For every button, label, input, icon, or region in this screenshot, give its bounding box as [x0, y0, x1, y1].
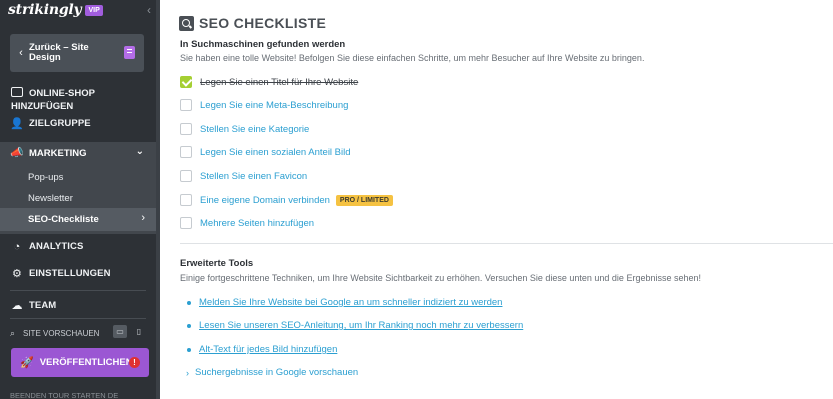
rocket-icon: 🚀	[20, 357, 34, 369]
checkbox[interactable]	[180, 170, 192, 182]
sidebar-subitem-label: SEO-Checkliste	[28, 214, 99, 225]
sidebar-divider	[10, 290, 146, 291]
desktop-icon[interactable]: ▭	[113, 325, 127, 338]
publish-button[interactable]: 🚀 VERÖFFENTLICHEN !	[11, 348, 149, 377]
marketing-section: 📣 MARKETING ⌄ Pop-ups Newsletter SEO-Che…	[0, 142, 156, 234]
tool-link-label[interactable]: Lesen Sie unseren SEO-Anleitung, um Ihr …	[199, 320, 523, 331]
publish-label: VERÖFFENTLICHEN	[39, 357, 133, 368]
sidebar-item-analytics[interactable]: ◔ ANALYTICS	[0, 241, 156, 253]
checkbox[interactable]	[180, 99, 192, 111]
checklist-item-label[interactable]: Legen Sie einen sozialen Anteil Bild	[200, 147, 351, 158]
bullet-icon	[187, 323, 191, 328]
sidebar: strikingly VIP ‹ ‹ Zurück – Site Design …	[0, 0, 156, 399]
checkbox[interactable]	[180, 146, 192, 158]
checklist-item-label[interactable]: Mehrere Seiten hinzufügen	[200, 218, 314, 229]
sidebar-item-audience[interactable]: 👤 ZIELGRUPPE	[0, 118, 156, 130]
sidebar-subitem-seo-checklist[interactable]: SEO-Checkliste ›	[0, 208, 156, 231]
mobile-icon[interactable]: ▯	[132, 325, 146, 338]
vip-badge: VIP	[85, 4, 103, 16]
section-heading-search-engines: In Suchmaschinen gefunden werden	[180, 39, 346, 50]
checklist-item[interactable]: Mehrere Seiten hinzufügen	[180, 217, 314, 229]
tool-link[interactable]: Alt-Text für jedes Bild hinzufügen	[187, 344, 337, 355]
checklist-item-label[interactable]: Stellen Sie einen Favicon	[200, 171, 307, 182]
sidebar-footer-links[interactable]: BEENDEN TOUR STARTEN DE	[10, 391, 118, 399]
section-description: Einige fortgeschrittene Techniken, um Ih…	[180, 273, 701, 283]
page-header: SEO CHECKLISTE	[179, 15, 326, 31]
checklist-item[interactable]: Stellen Sie eine Kategorie	[180, 123, 309, 135]
google-preview-label[interactable]: Suchergebnisse in Google vorschauen	[195, 367, 358, 378]
sidebar-item-label: MARKETING	[29, 147, 87, 159]
users-icon: 👤	[10, 118, 24, 130]
chevron-left-icon[interactable]: ‹	[147, 3, 151, 17]
site-preview-label: SITE VORSCHAUEN	[23, 328, 100, 338]
checkbox[interactable]	[180, 123, 192, 135]
checklist-item-label[interactable]: Eine eigene Domain verbinden	[200, 195, 330, 206]
checklist-item[interactable]: Stellen Sie einen Favicon	[180, 170, 307, 182]
sidebar-item-team[interactable]: ☁ TEAM	[0, 300, 156, 312]
sidebar-subitem-newsletter[interactable]: Newsletter	[28, 193, 73, 204]
gear-icon: ⚙	[12, 268, 22, 280]
section-divider	[180, 243, 833, 244]
google-preview-toggle[interactable]: › Suchergebnisse in Google vorschauen	[186, 367, 358, 378]
checklist-item[interactable]: Legen Sie einen Titel für Ihre Website	[180, 76, 358, 88]
tool-link-label[interactable]: Alt-Text für jedes Bild hinzufügen	[199, 344, 337, 355]
tool-link-label[interactable]: Melden Sie Ihre Website bei Google an um…	[199, 297, 502, 308]
checklist-item-label[interactable]: Stellen Sie eine Kategorie	[200, 124, 309, 135]
checkbox[interactable]	[180, 217, 192, 229]
checklist-item[interactable]: Legen Sie einen sozialen Anteil Bild	[180, 146, 351, 158]
sidebar-divider	[10, 318, 146, 319]
section-description: Sie haben eine tolle Website! Befolgen S…	[180, 53, 645, 63]
tool-link[interactable]: Lesen Sie unseren SEO-Anleitung, um Ihr …	[187, 320, 523, 331]
sidebar-item-online-shop-label: ONLINE-SHOP HINZUFÜGEN	[11, 87, 141, 113]
search-icon	[179, 15, 194, 31]
brand-logo[interactable]: strikingly	[8, 2, 82, 18]
main-content: SEO CHECKLISTE In Suchmaschinen gefunden…	[160, 0, 833, 399]
back-button-label: Zurück – Site Design	[29, 42, 89, 63]
checkbox[interactable]	[180, 194, 192, 206]
alert-icon: !	[129, 357, 140, 368]
sidebar-item-marketing[interactable]: 📣 MARKETING ⌄	[0, 142, 156, 164]
page-icon	[124, 46, 135, 59]
checklist-item[interactable]: Legen Sie eine Meta-Beschreibung	[180, 99, 348, 111]
team-icon: ☁	[11, 300, 23, 312]
page-title: SEO CHECKLISTE	[199, 15, 327, 31]
shop-label-line1: ONLINE-SHOP	[29, 88, 95, 99]
app: strikingly VIP ‹ ‹ Zurück – Site Design …	[0, 0, 833, 399]
search-icon: ⌕	[10, 327, 16, 338]
checklist-item-label[interactable]: Legen Sie eine Meta-Beschreibung	[200, 100, 348, 111]
checklist-item-label[interactable]: Legen Sie einen Titel für Ihre Website	[200, 77, 358, 88]
chart-icon: ◔	[13, 241, 21, 253]
sidebar-item-label: ANALYTICS	[29, 241, 84, 252]
sidebar-subitem-popups[interactable]: Pop-ups	[28, 172, 63, 183]
section-heading-advanced-tools: Erweiterte Tools	[180, 258, 254, 269]
pro-limited-badge: PRO / LIMITED	[335, 194, 393, 206]
chevron-right-icon: ›	[186, 367, 189, 378]
sidebar-item-label: ZIELGRUPPE	[29, 118, 91, 129]
bullet-icon	[187, 347, 191, 352]
tool-link[interactable]: Melden Sie Ihre Website bei Google an um…	[187, 297, 502, 308]
bullet-icon	[187, 300, 191, 305]
chevron-left-icon: ‹	[19, 47, 23, 59]
megaphone-icon: 📣	[10, 147, 24, 159]
brand[interactable]: strikingly VIP	[8, 2, 103, 18]
checkbox-checked[interactable]	[180, 76, 192, 88]
back-to-site-design-button[interactable]: ‹ Zurück – Site Design	[10, 34, 144, 72]
shop-label-line2: HINZUFÜGEN	[11, 101, 74, 112]
sidebar-item-settings[interactable]: ⚙ EINSTELLUNGEN	[0, 268, 156, 280]
checklist-item[interactable]: Eine eigene Domain verbinden PRO / LIMIT…	[180, 194, 393, 206]
sidebar-item-label: EINSTELLUNGEN	[29, 268, 111, 279]
chevron-down-icon: ⌄	[135, 146, 144, 157]
chevron-right-icon: ›	[141, 212, 145, 224]
sidebar-item-label: TEAM	[29, 300, 57, 311]
